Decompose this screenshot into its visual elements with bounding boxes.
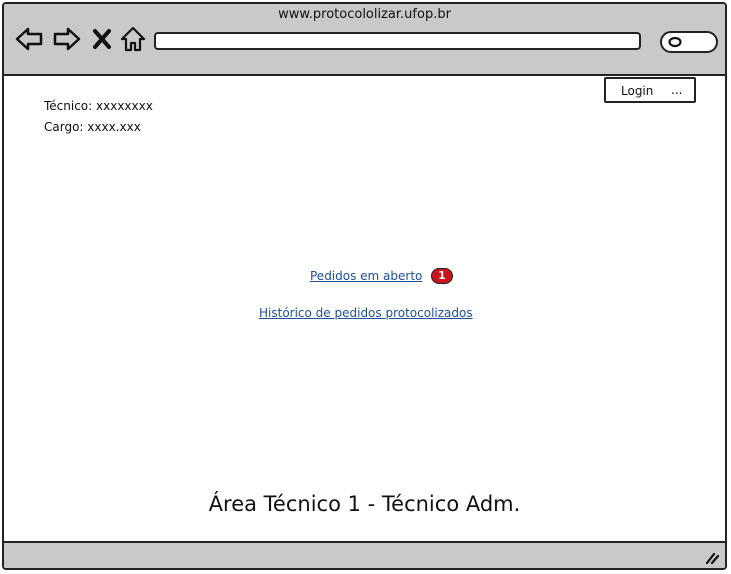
cargo-line: Cargo: xxxx.xxx: [44, 120, 141, 134]
site-title: www.protocololizar.ufop.br: [278, 7, 451, 22]
login-button[interactable]: Login ...: [604, 77, 696, 103]
search-icon: [668, 36, 682, 48]
resize-icon[interactable]: [705, 550, 719, 564]
login-dots: ...: [671, 83, 683, 97]
browser-toolbar: www.protocololizar.ufop.br: [4, 4, 725, 76]
page-content: Técnico: xxxxxxxx Cargo: xxxx.xxx Login …: [4, 76, 725, 543]
close-icon[interactable]: [90, 25, 114, 53]
address-bar[interactable]: [154, 32, 641, 50]
status-bar: [4, 541, 725, 568]
tecnico-line: Técnico: xxxxxxxx: [44, 99, 153, 113]
open-requests-link[interactable]: Pedidos em aberto: [310, 269, 422, 283]
home-icon[interactable]: [118, 25, 148, 53]
request-history-link[interactable]: Histórico de pedidos protocolizados: [259, 306, 473, 320]
open-requests-badge: 1: [431, 268, 453, 284]
login-label: Login: [621, 84, 654, 98]
user-info: Técnico: xxxxxxxx Cargo: xxxx.xxx: [44, 96, 153, 138]
area-title: Área Técnico 1 - Técnico Adm.: [208, 492, 521, 516]
back-icon[interactable]: [14, 25, 44, 53]
search-field[interactable]: [660, 31, 718, 53]
forward-icon[interactable]: [52, 25, 82, 53]
browser-window: www.protocololizar.ufop.br Técnico: xxxx…: [2, 2, 727, 570]
